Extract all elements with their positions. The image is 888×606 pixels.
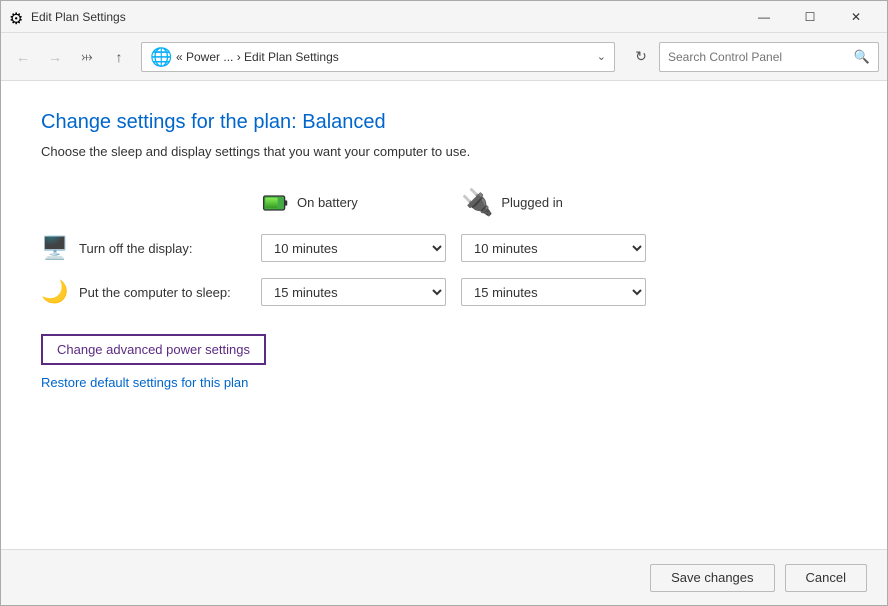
links-section: Change advanced power settings Restore d… bbox=[41, 334, 847, 390]
battery-icon bbox=[261, 189, 289, 217]
toolbar: ← → ⤔ ↑ 🌐 « Power ... › Edit Plan Settin… bbox=[1, 33, 887, 81]
search-input[interactable] bbox=[668, 50, 854, 64]
battery-column-label: On battery bbox=[297, 195, 358, 210]
titlebar: ⚙ Edit Plan Settings — ☐ ✕ bbox=[1, 1, 887, 33]
settings-grid: On battery 🔌 Plugged in 🖥️ Turn off the … bbox=[41, 187, 847, 306]
plugged-column-header: 🔌 Plugged in bbox=[461, 187, 661, 218]
back-button[interactable]: ← bbox=[9, 43, 37, 71]
restore-defaults-link[interactable]: Restore default settings for this plan bbox=[41, 375, 847, 390]
sleep-label-container: 🌙 Put the computer to sleep: bbox=[41, 279, 261, 305]
column-headers: On battery 🔌 Plugged in bbox=[41, 187, 847, 218]
display-setting-row: 🖥️ Turn off the display: 1 minute 2 minu… bbox=[41, 234, 847, 262]
window-title: Edit Plan Settings bbox=[31, 10, 741, 24]
address-bar[interactable]: 🌐 « Power ... › Edit Plan Settings ⌄ bbox=[141, 42, 615, 72]
main-window: ⚙ Edit Plan Settings — ☐ ✕ ← → ⤔ ↑ 🌐 « P… bbox=[0, 0, 888, 606]
titlebar-controls: — ☐ ✕ bbox=[741, 1, 879, 33]
content-area: Change settings for the plan: Balanced C… bbox=[1, 81, 887, 549]
plan-title: Change settings for the plan: Balanced bbox=[41, 111, 847, 134]
save-changes-button[interactable]: Save changes bbox=[650, 564, 774, 592]
address-icon: 🌐 bbox=[150, 47, 170, 67]
battery-column-header: On battery bbox=[261, 189, 461, 217]
display-label: Turn off the display: bbox=[79, 241, 192, 256]
up-button[interactable]: ↑ bbox=[105, 43, 133, 71]
sleep-plugged-select[interactable]: 1 minute 2 minutes 3 minutes 5 minutes 1… bbox=[461, 278, 646, 306]
search-icon[interactable]: 🔍 bbox=[854, 49, 870, 65]
advanced-power-settings-link[interactable]: Change advanced power settings bbox=[41, 334, 266, 365]
address-text: « Power ... › Edit Plan Settings bbox=[176, 50, 597, 64]
display-battery-select[interactable]: 1 minute 2 minutes 3 minutes 5 minutes 1… bbox=[261, 234, 446, 262]
monitor-icon: 🖥️ bbox=[41, 235, 69, 261]
sleep-setting-row: 🌙 Put the computer to sleep: 1 minute 2 … bbox=[41, 278, 847, 306]
sleep-label: Put the computer to sleep: bbox=[79, 285, 231, 300]
sleep-battery-select[interactable]: 1 minute 2 minutes 3 minutes 5 minutes 1… bbox=[261, 278, 446, 306]
sleep-icon: 🌙 bbox=[41, 279, 69, 305]
cancel-button[interactable]: Cancel bbox=[785, 564, 867, 592]
maximize-button[interactable]: ☐ bbox=[787, 1, 833, 33]
minimize-button[interactable]: — bbox=[741, 1, 787, 33]
plugged-column-label: Plugged in bbox=[501, 195, 562, 210]
recent-locations-button[interactable]: ⤔ bbox=[73, 43, 101, 71]
search-box[interactable]: 🔍 bbox=[659, 42, 879, 72]
plan-description: Choose the sleep and display settings th… bbox=[41, 144, 847, 159]
window-icon: ⚙ bbox=[9, 9, 25, 25]
display-label-container: 🖥️ Turn off the display: bbox=[41, 235, 261, 261]
forward-button[interactable]: → bbox=[41, 43, 69, 71]
refresh-button[interactable]: ↻ bbox=[627, 43, 655, 71]
address-dropdown-icon[interactable]: ⌄ bbox=[597, 50, 606, 63]
close-button[interactable]: ✕ bbox=[833, 1, 879, 33]
plug-icon: 🔌 bbox=[461, 187, 493, 218]
display-plugged-select[interactable]: 1 minute 2 minutes 3 minutes 5 minutes 1… bbox=[461, 234, 646, 262]
footer: Save changes Cancel bbox=[1, 549, 887, 605]
